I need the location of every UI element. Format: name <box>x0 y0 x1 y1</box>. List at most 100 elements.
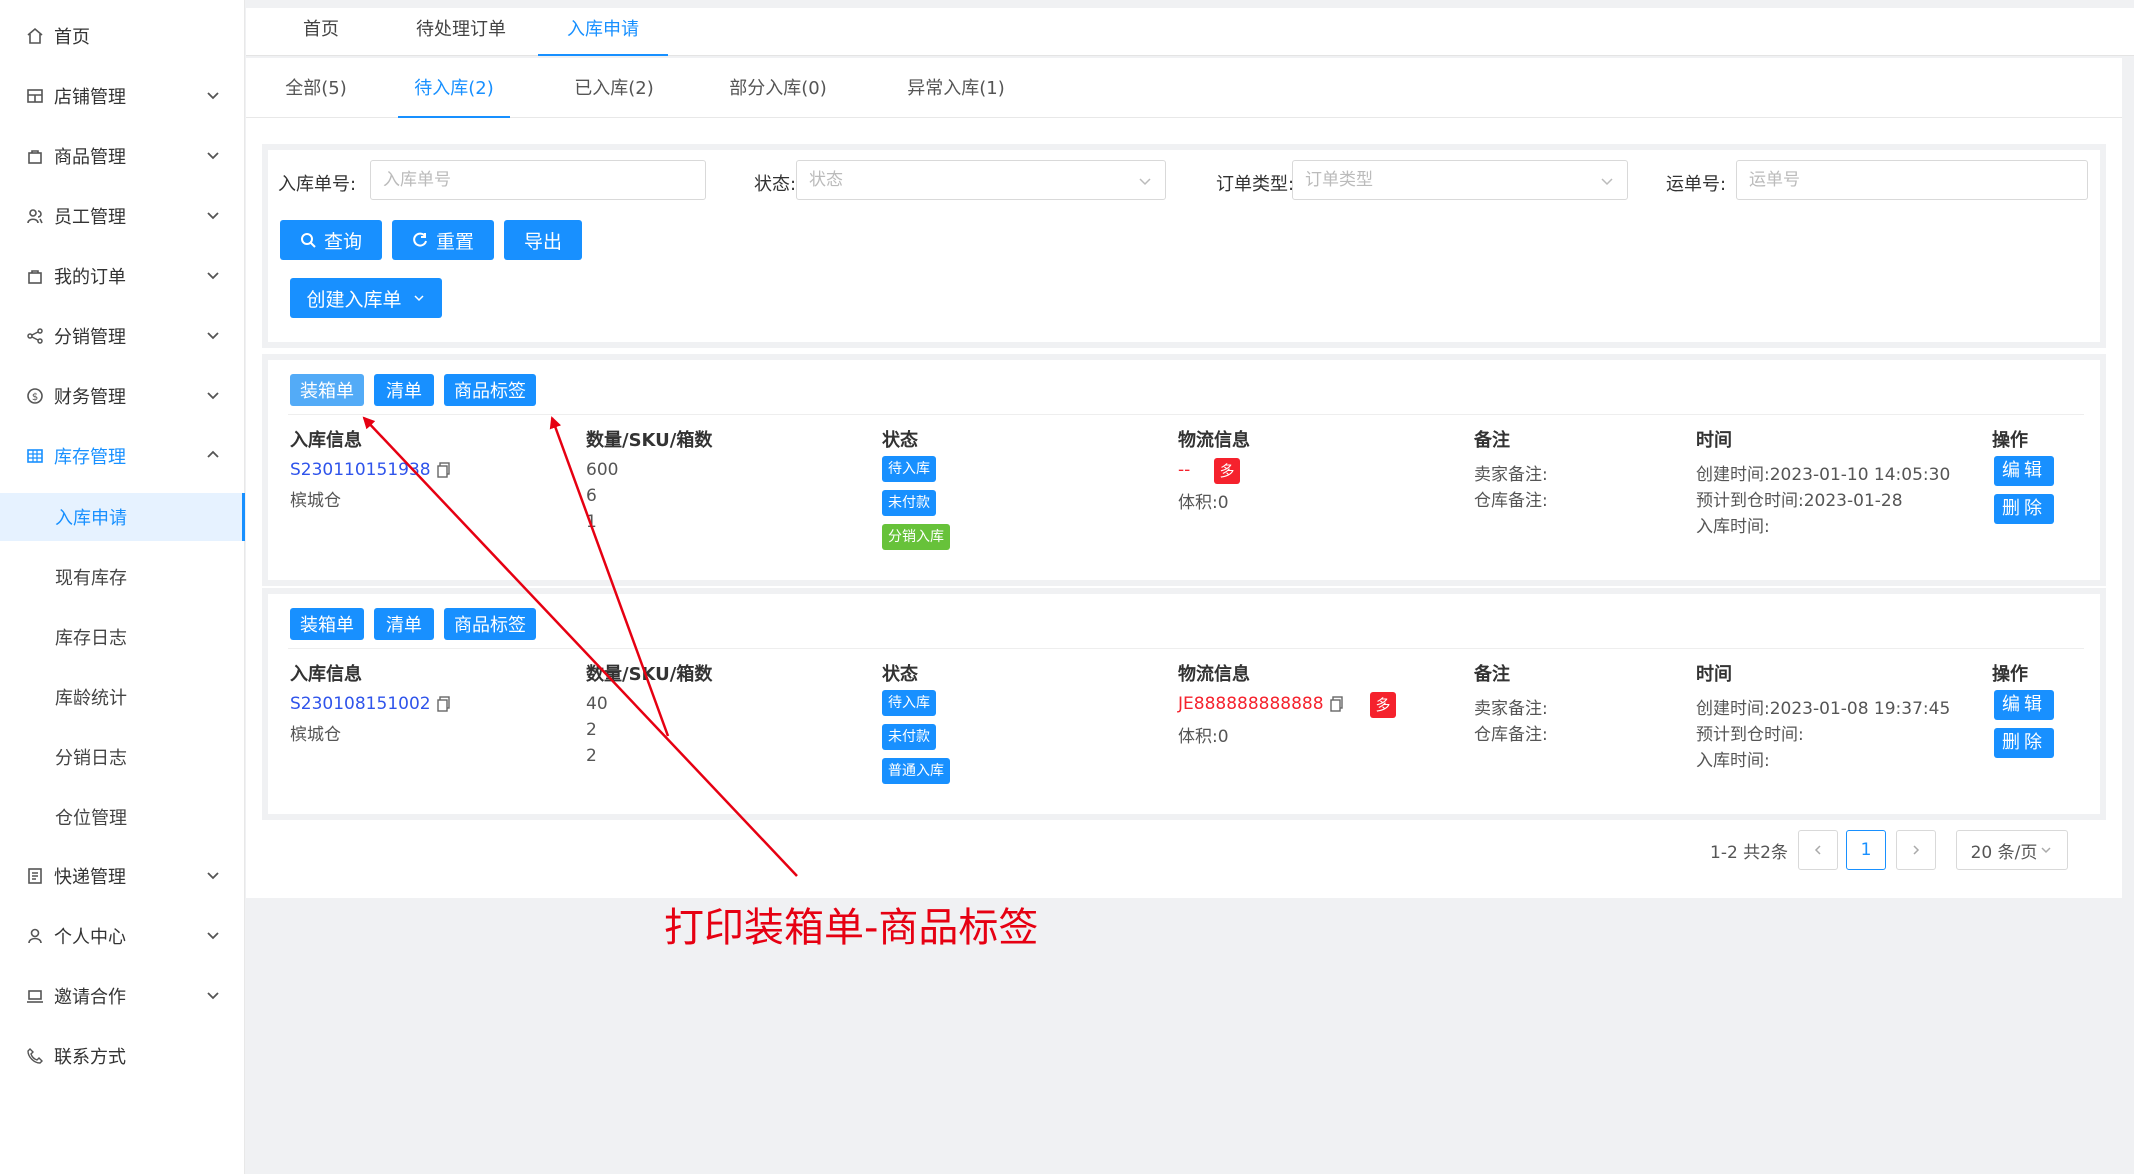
divider <box>288 648 2084 649</box>
edit-button[interactable]: 编辑 <box>1994 690 2054 720</box>
order-number-link[interactable]: S230110151938 <box>290 460 451 480</box>
product-label-button[interactable]: 商品标签 <box>444 374 536 406</box>
order-no-input[interactable]: 入库单号 <box>370 160 706 200</box>
multi-badge[interactable]: 多 <box>1370 692 1396 718</box>
page-number-button[interactable]: 1 <box>1846 830 1886 870</box>
copy-icon[interactable] <box>436 696 451 712</box>
sidebar-item-label: 员工管理 <box>54 207 126 228</box>
sidebar-item-express[interactable]: 快递管理 <box>0 847 245 905</box>
sidebar-item-label: 店铺管理 <box>54 87 126 108</box>
annotation-text: 打印装箱单-商品标签 <box>664 905 1039 951</box>
delete-button[interactable]: 删除 <box>1994 494 2054 524</box>
packing-list-button[interactable]: 装箱单 <box>290 608 364 640</box>
laptop-icon <box>24 985 46 1007</box>
chevron-down-icon <box>207 932 219 940</box>
sidebar-sub-label: 库存日志 <box>55 628 127 649</box>
sidebar-item-label: 我的订单 <box>54 267 126 288</box>
tab-abnormal[interactable]: 异常入库(1) <box>886 58 1026 118</box>
col-operations: 操作 <box>1992 664 2028 685</box>
status-tag-unpaid: 未付款 <box>882 490 936 516</box>
warehouse-remark: 仓库备注: <box>1474 725 1548 745</box>
users-icon <box>24 205 46 227</box>
sidebar-item-contact[interactable]: 联系方式 <box>0 1027 245 1085</box>
reset-button[interactable]: 重置 <box>392 220 494 260</box>
sidebar-item-invite[interactable]: 邀请合作 <box>0 967 245 1025</box>
sidebar-sub-age[interactable]: 库龄统计 <box>0 673 245 721</box>
export-button[interactable]: 导出 <box>504 220 582 260</box>
created-time: 创建时间:2023-01-08 19:37:45 <box>1696 699 1951 719</box>
product-label-button[interactable]: 商品标签 <box>444 608 536 640</box>
multi-badge[interactable]: 多 <box>1214 458 1240 484</box>
packing-list-button[interactable]: 装箱单 <box>290 374 364 406</box>
query-button[interactable]: 查询 <box>280 220 382 260</box>
sidebar-item-products[interactable]: 商品管理 <box>0 127 245 185</box>
chevron-down-icon <box>1601 178 1613 186</box>
sidebar-sub-distlog[interactable]: 分销日志 <box>0 733 245 781</box>
chevron-down-icon <box>207 152 219 160</box>
status-tag-type: 普通入库 <box>882 758 950 784</box>
col-status: 状态 <box>882 430 918 451</box>
tab-home[interactable]: 首页 <box>286 8 356 56</box>
col-quantity: 数量/SKU/箱数 <box>586 664 713 685</box>
col-logistics: 物流信息 <box>1178 664 1250 685</box>
quantity-value: 600 <box>586 460 619 480</box>
copy-icon[interactable] <box>436 462 451 478</box>
tracking-number-link[interactable]: JE888888888888 <box>1178 694 1344 714</box>
sidebar-item-label: 首页 <box>54 27 90 48</box>
tab-pending-orders[interactable]: 待处理订单 <box>396 8 526 56</box>
tab-all[interactable]: 全部(5) <box>266 58 366 118</box>
create-inbound-button[interactable]: 创建入库单 <box>290 278 442 318</box>
chevron-down-icon <box>2041 847 2051 854</box>
tracking-number: -- <box>1178 460 1191 480</box>
sidebar-item-staff[interactable]: 员工管理 <box>0 187 245 245</box>
status-select[interactable]: 状态 <box>796 160 1166 200</box>
sidebar-item-finance[interactable]: $ 财务管理 <box>0 367 245 425</box>
sidebar-sub-location[interactable]: 仓位管理 <box>0 793 245 841</box>
home-icon <box>24 25 46 47</box>
chevron-down-icon <box>207 212 219 220</box>
volume-value: 体积:0 <box>1178 727 1229 747</box>
sidebar-sub-stock[interactable]: 现有库存 <box>0 553 245 601</box>
order-number: S230108151002 <box>290 694 431 714</box>
sidebar-item-inventory[interactable]: 库存管理 <box>0 427 245 485</box>
created-time: 创建时间:2023-01-10 14:05:30 <box>1696 465 1951 485</box>
delete-button[interactable]: 删除 <box>1994 728 2054 758</box>
phone-icon <box>24 1045 46 1067</box>
chevron-down-icon <box>207 332 219 340</box>
bag-icon <box>24 265 46 287</box>
chevron-up-icon <box>207 450 219 458</box>
manifest-button[interactable]: 清单 <box>374 374 434 406</box>
tab-pending[interactable]: 待入库(2) <box>398 58 510 118</box>
chevron-down-icon <box>207 992 219 1000</box>
order-type-select[interactable]: 订单类型 <box>1292 160 1628 200</box>
sidebar-sub-label: 分销日志 <box>55 748 127 769</box>
svg-text:$: $ <box>32 392 38 403</box>
tab-stocked[interactable]: 已入库(2) <box>564 58 664 118</box>
sidebar-item-home[interactable]: 首页 <box>0 7 245 65</box>
tracking-number: JE888888888888 <box>1178 694 1324 714</box>
order-number-link[interactable]: S230108151002 <box>290 694 451 714</box>
waybill-label: 运单号: <box>1666 174 1727 195</box>
manifest-button[interactable]: 清单 <box>374 608 434 640</box>
next-page-button[interactable] <box>1896 830 1936 870</box>
sidebar-item-profile[interactable]: 个人中心 <box>0 907 245 965</box>
sidebar-item-distribution[interactable]: 分销管理 <box>0 307 245 365</box>
copy-icon[interactable] <box>1329 696 1344 712</box>
waybill-input[interactable]: 运单号 <box>1736 160 2088 200</box>
sidebar-sub-log[interactable]: 库存日志 <box>0 613 245 661</box>
page-size-select[interactable]: 20 条/页 <box>1956 830 2068 870</box>
edit-button[interactable]: 编辑 <box>1994 456 2054 486</box>
sidebar-item-label: 个人中心 <box>54 927 126 948</box>
tab-partial[interactable]: 部分入库(0) <box>708 58 848 118</box>
tab-inbound-request[interactable]: 入库申请 <box>538 8 668 56</box>
sku-value: 2 <box>586 720 597 740</box>
sidebar-item-orders[interactable]: 我的订单 <box>0 247 245 305</box>
prev-page-button[interactable] <box>1798 830 1838 870</box>
col-remark: 备注 <box>1474 430 1510 451</box>
create-label: 创建入库单 <box>306 288 402 311</box>
status-label: 状态: <box>754 174 797 195</box>
col-status: 状态 <box>882 664 918 685</box>
order-no-label: 入库单号: <box>278 174 357 195</box>
sidebar-item-store[interactable]: 店铺管理 <box>0 67 245 125</box>
sidebar-sub-inbound[interactable]: 入库申请 <box>0 493 245 541</box>
